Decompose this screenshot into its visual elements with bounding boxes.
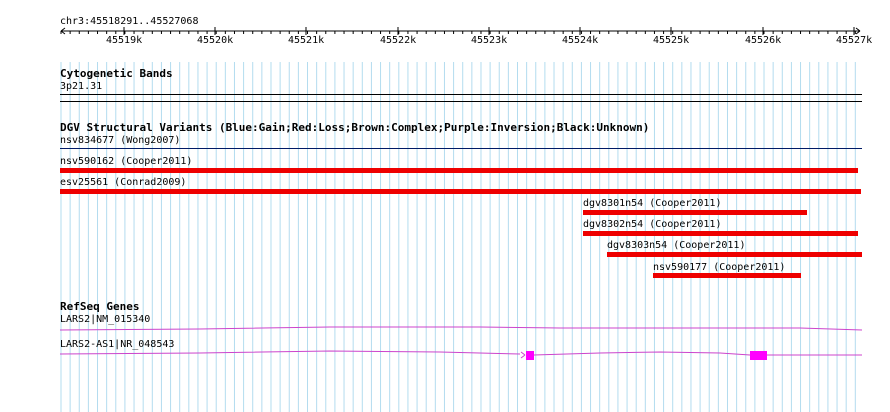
track-title-refseq[interactable]: RefSeq Genes	[60, 301, 139, 313]
track-title-cytoband[interactable]: Cytogenetic Bands	[60, 68, 173, 80]
cytoband-label: 3p21.31	[60, 81, 103, 92]
ruler-tick-label: 45525k	[653, 35, 690, 46]
ruler-tick-label: 45526k	[745, 35, 782, 46]
dgv-feature-bar[interactable]	[653, 273, 801, 278]
ruler-tick-label: 45524k	[562, 35, 599, 46]
ruler-tick-label: 45523k	[471, 35, 508, 46]
dgv-feature-label[interactable]: dgv8303n54 (Cooper2011)	[607, 240, 745, 251]
dgv-feature-label[interactable]: nsv590177 (Cooper2011)	[653, 262, 785, 273]
dgv-feature-bar[interactable]	[583, 210, 807, 215]
dgv-feature-bar[interactable]	[60, 168, 858, 173]
dgv-feature-label[interactable]: esv25561 (Conrad2009)	[60, 177, 186, 188]
dgv-feature-label[interactable]: dgv8302n54 (Cooper2011)	[583, 219, 721, 230]
dgv-feature-label[interactable]: dgv8301n54 (Cooper2011)	[583, 198, 721, 209]
track-title-dgv[interactable]: DGV Structural Variants (Blue:Gain;Red:L…	[60, 122, 649, 134]
ruler-tick-label: 45519k	[106, 35, 143, 46]
exon-block[interactable]	[750, 351, 767, 360]
dgv-feature-label[interactable]: nsv834677 (Wong2007)	[60, 135, 180, 146]
dgv-feature-bar[interactable]	[60, 148, 862, 149]
cytoband-track-line[interactable]	[60, 94, 862, 95]
ruler-tick-label: 45521k	[288, 35, 325, 46]
track-separator	[60, 101, 862, 102]
gene-model-lars2[interactable]	[0, 322, 890, 336]
dgv-feature-bar[interactable]	[583, 231, 858, 236]
dgv-feature-bar[interactable]	[60, 189, 861, 194]
strand-arrow-icon	[520, 351, 526, 359]
ruler-tick-label: 45527k	[836, 35, 873, 46]
exon-block[interactable]	[526, 351, 534, 360]
ruler-tick-label: 45522k	[380, 35, 417, 46]
ruler-tick-label: 45520k	[197, 35, 234, 46]
gene-model-lars2-as1[interactable]	[0, 344, 890, 366]
dgv-feature-label[interactable]: nsv590162 (Cooper2011)	[60, 156, 192, 167]
dgv-feature-bar[interactable]	[607, 252, 862, 257]
